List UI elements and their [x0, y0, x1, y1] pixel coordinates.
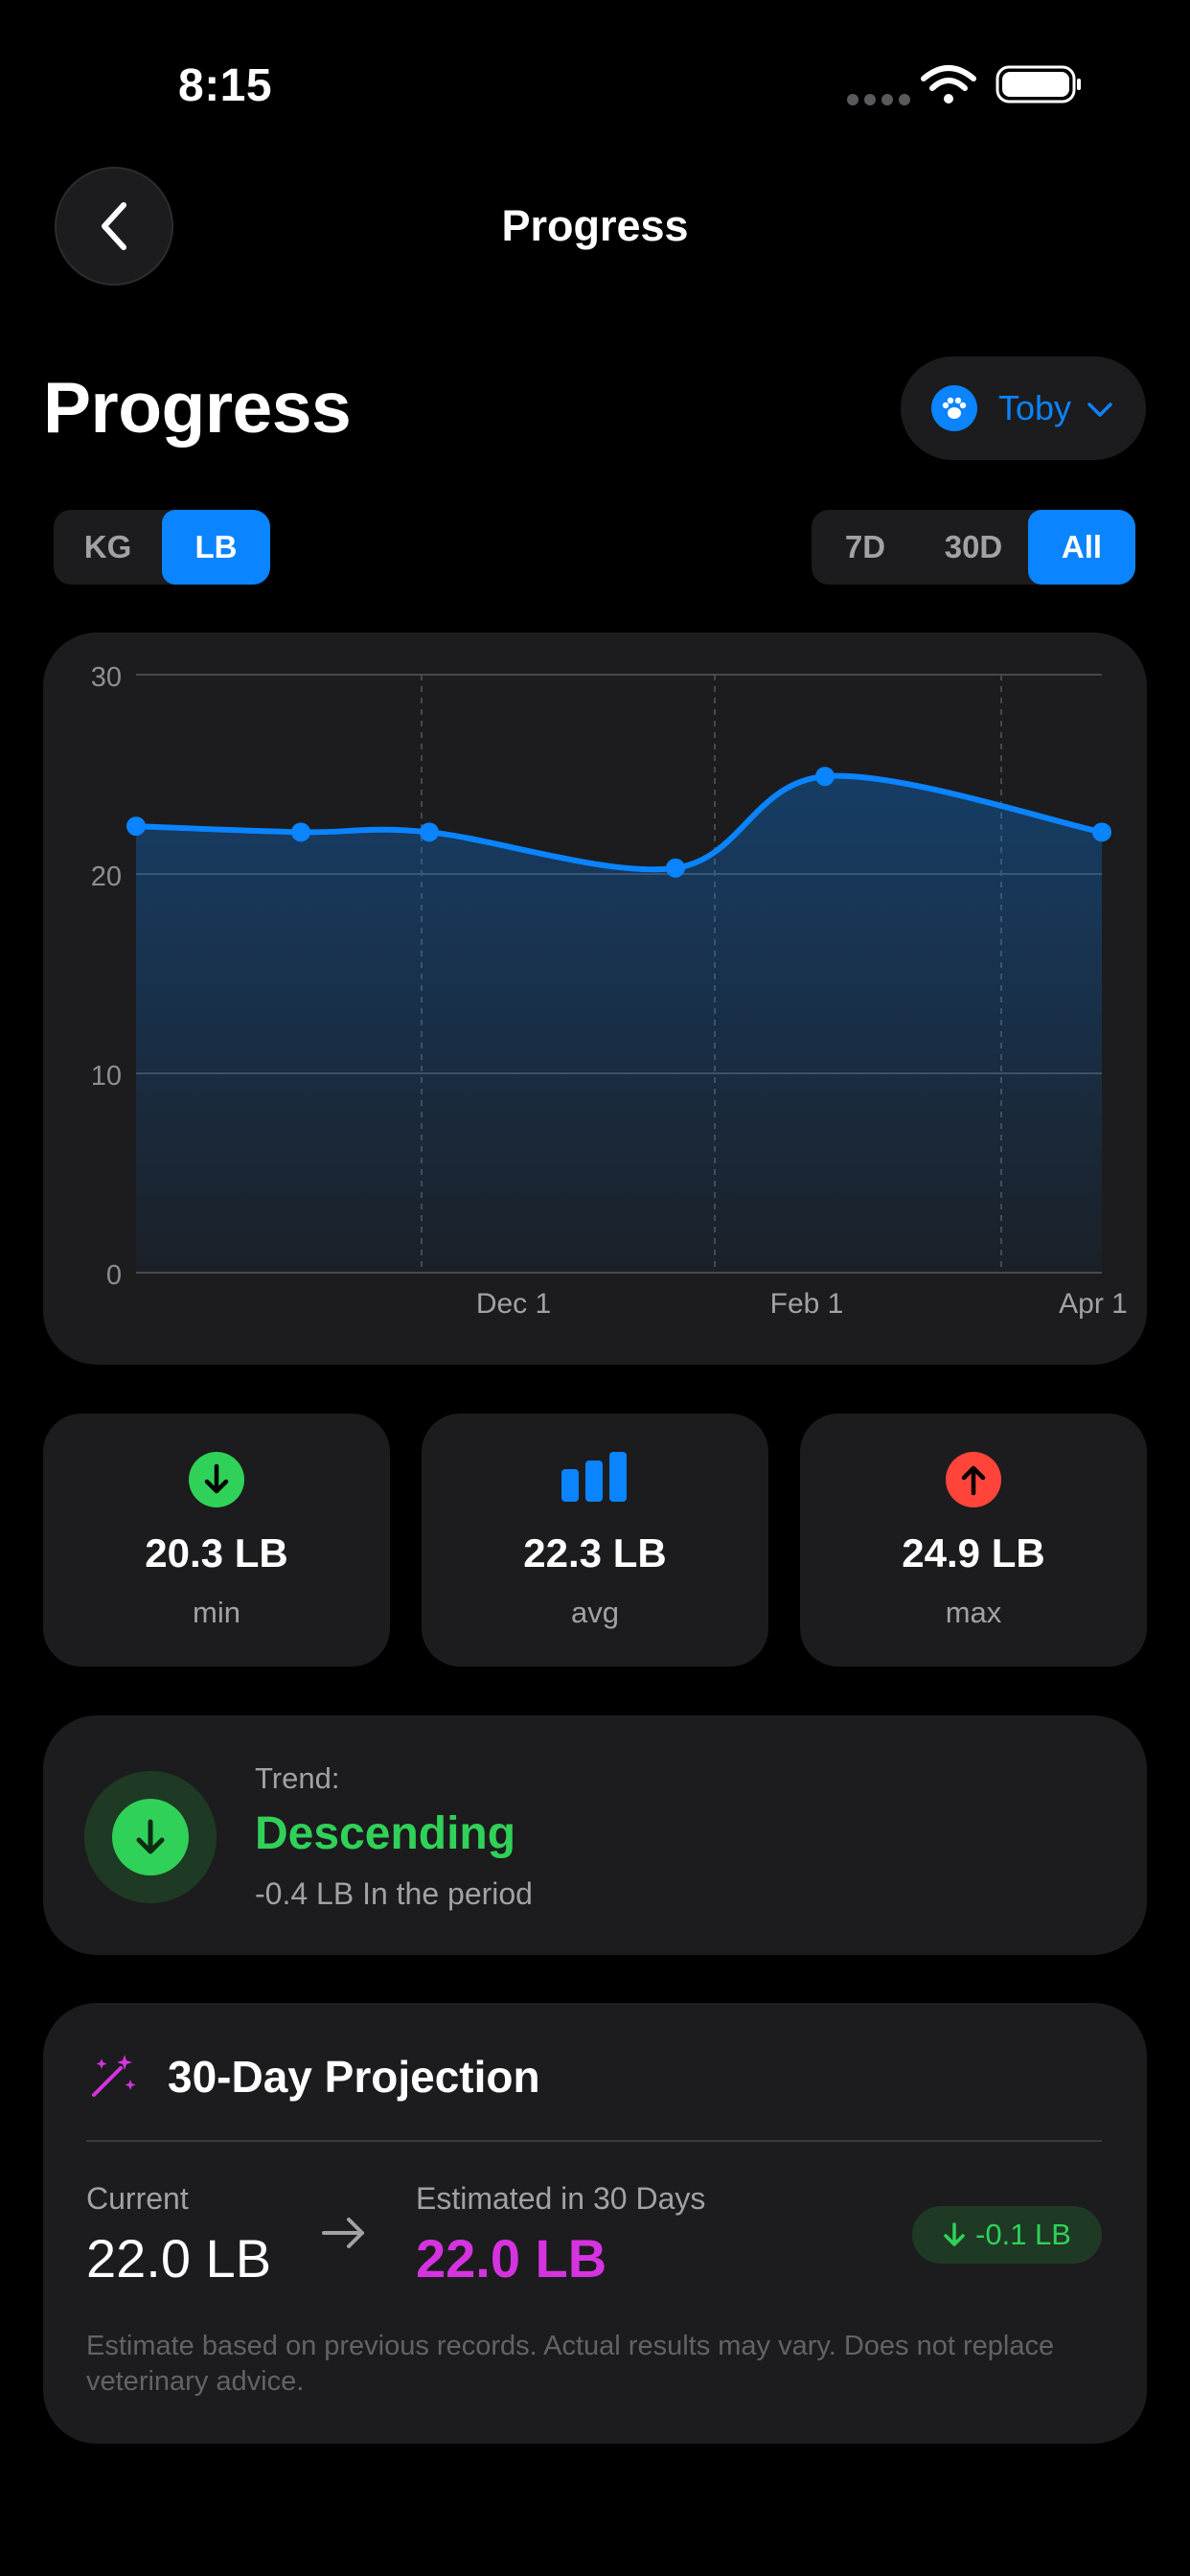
disclaimer: Estimate based on previous records. Actu… — [86, 2331, 1055, 2397]
pet-selector[interactable]: Toby — [901, 356, 1146, 460]
divider — [86, 2140, 1102, 2142]
y-tick-label: 10 — [91, 1061, 122, 1092]
estimated-value: 22.0 LB — [416, 2228, 607, 2288]
y-tick-label: 20 — [91, 862, 122, 892]
arrow-down-circle-icon — [189, 1452, 244, 1507]
data-point — [666, 858, 685, 878]
data-point — [420, 822, 439, 842]
unit-option-lb[interactable]: LB — [162, 510, 270, 585]
pet-name: Toby — [998, 388, 1072, 427]
stat-card-min: 20.3 LB min — [43, 1414, 390, 1667]
data-point — [815, 767, 835, 787]
unit-option-kg[interactable]: KG — [54, 510, 162, 585]
chevron-down-icon — [1087, 402, 1112, 417]
y-tick-label: 0 — [106, 1260, 122, 1291]
status-time: 8:15 — [178, 60, 273, 111]
range-option-all[interactable]: All — [1028, 510, 1135, 585]
status-icons — [847, 65, 1081, 105]
data-point — [126, 816, 146, 837]
weight-chart: 0 10 20 30 Dec 1 Feb 1 Apr 1 — [91, 662, 1128, 1320]
projection-title: 30-Day Projection — [168, 2052, 540, 2102]
range-toggle[interactable]: 7D 30D All — [812, 510, 1135, 585]
estimated-label: Estimated in 30 Days — [416, 2181, 706, 2216]
magic-wand-icon — [92, 2055, 136, 2097]
stat-min-label: min — [193, 1596, 240, 1629]
trend-label: Trend: — [255, 1761, 340, 1795]
trend-value: Descending — [255, 1808, 516, 1859]
bar-chart-icon — [561, 1452, 627, 1502]
stat-avg-label: avg — [571, 1596, 619, 1629]
chart-area — [136, 775, 1102, 1273]
y-tick-label: 30 — [91, 662, 122, 693]
trend-indicator — [84, 1771, 217, 1903]
data-point — [291, 822, 310, 842]
current-value: 22.0 LB — [86, 2228, 272, 2288]
battery-icon — [995, 65, 1081, 104]
wifi-icon — [921, 65, 976, 91]
stat-card-max: 24.9 LB max — [800, 1414, 1147, 1667]
arrow-up-circle-icon — [946, 1452, 1001, 1507]
current-label: Current — [86, 2181, 189, 2216]
x-tick-label: Feb 1 — [770, 1288, 844, 1320]
trend-subtitle: -0.4 LB In the period — [255, 1876, 533, 1911]
arrow-down-icon — [944, 2222, 965, 2246]
range-option-30d[interactable]: 30D — [919, 510, 1028, 585]
stat-max-value: 24.9 LB — [902, 1530, 1045, 1576]
page-title: Progress — [43, 367, 352, 448]
signal-dots-icon — [847, 94, 910, 105]
x-tick-label: Dec 1 — [476, 1288, 551, 1320]
x-tick-label: Apr 1 — [1059, 1288, 1128, 1320]
unit-toggle[interactable]: KG LB — [54, 510, 270, 585]
arrow-down-icon — [136, 1819, 165, 1854]
delta-badge: -0.1 LB — [912, 2206, 1102, 2264]
nav-title: Progress — [501, 201, 689, 250]
paw-icon — [931, 385, 977, 431]
stat-min-value: 20.3 LB — [145, 1530, 288, 1576]
data-point — [1092, 822, 1111, 842]
stat-max-label: max — [945, 1596, 1002, 1629]
stat-avg-value: 22.3 LB — [523, 1530, 667, 1576]
arrow-right-icon — [322, 2218, 364, 2248]
range-option-7d[interactable]: 7D — [812, 510, 919, 585]
delta-value: -0.1 LB — [975, 2218, 1071, 2251]
stat-card-avg: 22.3 LB avg — [422, 1414, 768, 1667]
